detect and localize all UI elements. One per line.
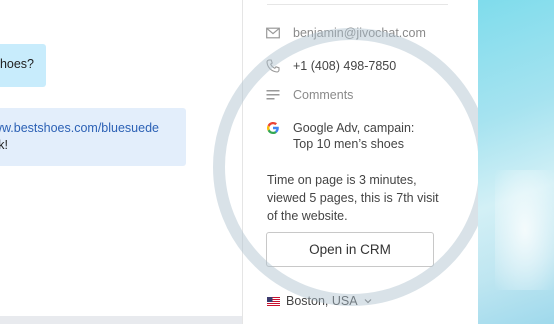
visit-info: Time on page is 3 minutes, viewed 5 page…	[267, 173, 439, 223]
location-selector[interactable]: Boston, USA	[267, 294, 372, 308]
background-glow	[495, 170, 554, 290]
source-line-2: Top 10 men’s shoes	[293, 137, 404, 151]
visitor-info-pane	[243, 0, 478, 324]
us-flag-icon	[267, 296, 280, 306]
chat-pane: hoes? www.bestshoes.com/bluesuede k!	[0, 0, 242, 324]
chat-input-bar[interactable]	[0, 316, 242, 324]
source-line-1: Google Adv, campain:	[293, 121, 415, 135]
google-icon	[267, 122, 279, 134]
open-crm-button[interactable]: Open in CRM	[266, 232, 434, 267]
location-value: Boston, USA	[286, 294, 358, 308]
chat-message-bubble: www.bestshoes.com/bluesuede k!	[0, 108, 186, 166]
lines-icon	[266, 90, 280, 100]
chevron-down-icon	[364, 299, 372, 304]
comments-field[interactable]: Comments	[293, 87, 353, 103]
comments-row[interactable]: Comments	[266, 87, 353, 103]
phone-icon	[266, 59, 280, 73]
envelope-icon	[266, 27, 280, 39]
phone-value: +1 (408) 498-7850	[293, 59, 397, 73]
phone-row[interactable]: +1 (408) 498-7850	[266, 58, 396, 74]
chat-message-text: hoes?	[0, 57, 34, 71]
chat-message-text: k!	[0, 138, 8, 152]
section-divider	[267, 4, 448, 5]
source-row: Google Adv, campain: Top 10 men’s shoes	[266, 120, 414, 152]
chat-message-link[interactable]: www.bestshoes.com/bluesuede	[0, 121, 159, 135]
chat-message-bubble: hoes?	[0, 44, 46, 87]
email-row[interactable]: benjamin@jivochat.com	[266, 25, 426, 41]
email-value: benjamin@jivochat.com	[293, 26, 426, 40]
